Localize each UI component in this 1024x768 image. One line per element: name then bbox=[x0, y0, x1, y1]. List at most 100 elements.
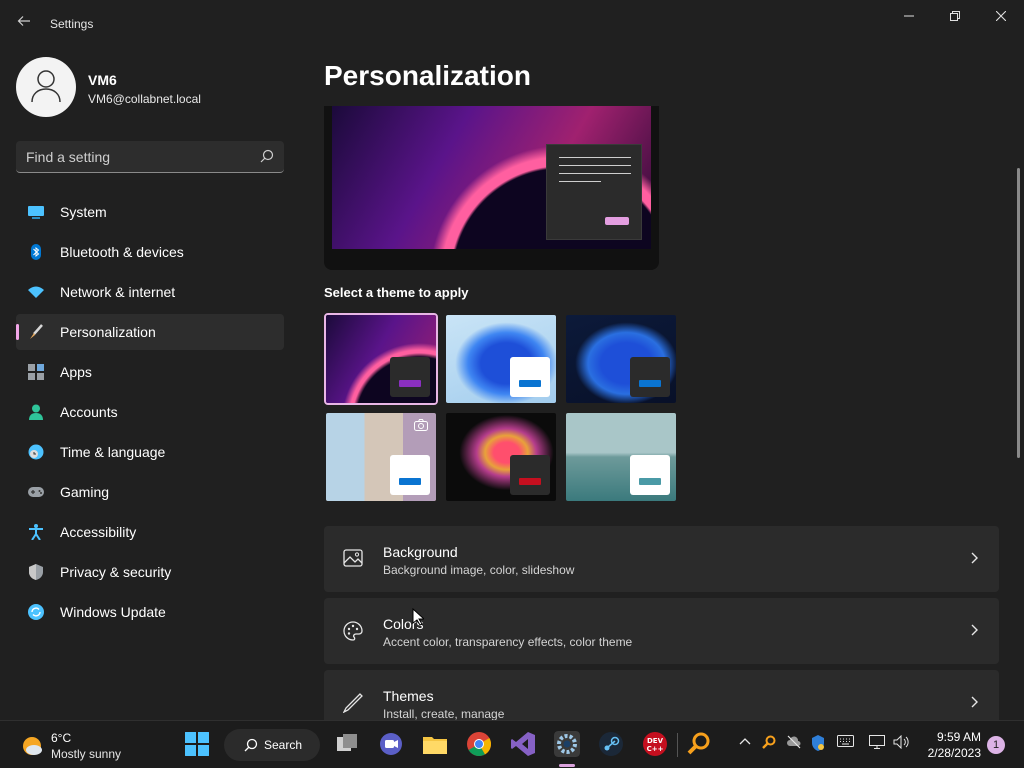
tray-magnifier-icon[interactable] bbox=[762, 735, 776, 749]
back-button[interactable] bbox=[10, 12, 38, 36]
preview-window bbox=[546, 144, 642, 240]
minimize-icon bbox=[904, 15, 914, 17]
search-input[interactable]: Find a setting bbox=[26, 149, 110, 165]
taskbar: 6°C Mostly sunny Search DEV C++ 9:59 AM 2… bbox=[0, 720, 1024, 768]
sidebar-item-gaming[interactable]: Gaming bbox=[16, 474, 284, 510]
steam-icon[interactable] bbox=[598, 731, 624, 757]
user-email: VM6@collabnet.local bbox=[88, 92, 201, 106]
sidebar-item-label: System bbox=[60, 204, 107, 220]
theme-accent-bar bbox=[519, 478, 541, 485]
chevron-up-icon[interactable] bbox=[739, 735, 751, 747]
back-arrow-icon bbox=[17, 16, 30, 26]
weather-description: Mostly sunny bbox=[51, 747, 122, 761]
network-monitor-icon[interactable] bbox=[869, 735, 885, 749]
colors-card[interactable]: Colors Accent color, transparency effect… bbox=[324, 598, 999, 664]
close-button[interactable] bbox=[978, 4, 1024, 28]
dev-cpp-icon[interactable]: DEVC++ bbox=[642, 731, 668, 757]
bluetooth-icon bbox=[31, 244, 41, 260]
restore-button[interactable] bbox=[932, 4, 978, 28]
taskbar-search-button[interactable]: Search bbox=[224, 729, 320, 761]
theme-swatch bbox=[390, 357, 430, 397]
clock-time[interactable]: 9:59 AM bbox=[925, 730, 981, 744]
visual-studio-icon[interactable] bbox=[510, 731, 536, 757]
brush-icon bbox=[30, 324, 43, 339]
theme-swatch bbox=[510, 455, 550, 495]
sidebar-nav: System Bluetooth & devices Network & int… bbox=[16, 194, 284, 634]
sidebar-item-apps[interactable]: Apps bbox=[16, 354, 284, 390]
theme-tile-flowers[interactable] bbox=[324, 411, 438, 503]
theme-accent-bar bbox=[639, 478, 661, 485]
keyboard-icon[interactable] bbox=[837, 735, 854, 747]
chrome-icon[interactable] bbox=[466, 731, 492, 757]
weather-temp: 6°C bbox=[51, 731, 72, 745]
minimize-button[interactable] bbox=[886, 4, 932, 28]
sidebar-item-label: Gaming bbox=[60, 484, 110, 500]
user-name: VM6 bbox=[88, 72, 117, 88]
theme-swatch bbox=[630, 455, 670, 495]
taskbar-search-label: Search bbox=[264, 738, 303, 752]
wifi-icon bbox=[28, 286, 44, 298]
search-icon[interactable] bbox=[260, 149, 274, 163]
sidebar-item-windows-update[interactable]: Windows Update bbox=[16, 594, 284, 630]
background-card[interactable]: Background Background image, color, slid… bbox=[324, 526, 999, 592]
person-icon bbox=[29, 404, 43, 420]
sidebar-item-accounts[interactable]: Accounts bbox=[16, 394, 284, 430]
clock-date[interactable]: 2/28/2023 bbox=[918, 746, 981, 760]
sidebar-item-label: Accessibility bbox=[60, 524, 137, 540]
chevron-right-icon bbox=[971, 696, 978, 708]
sidebar-item-label: Accounts bbox=[60, 404, 118, 420]
sidebar-item-bluetooth[interactable]: Bluetooth & devices bbox=[16, 234, 284, 270]
preview-button bbox=[605, 217, 629, 225]
sidebar-item-label: Windows Update bbox=[60, 604, 166, 620]
restore-icon bbox=[950, 11, 960, 21]
defender-shield-icon[interactable] bbox=[811, 735, 825, 751]
sidebar-item-system[interactable]: System bbox=[16, 194, 284, 230]
theme-accent-bar bbox=[519, 380, 541, 387]
teams-chat-icon[interactable] bbox=[378, 731, 404, 757]
svg-text:DEV: DEV bbox=[647, 737, 664, 745]
sidebar-item-network[interactable]: Network & internet bbox=[16, 274, 284, 310]
weather-sun-icon[interactable] bbox=[20, 734, 44, 758]
magnifier-search-icon[interactable] bbox=[686, 731, 712, 757]
theme-tile-captured-motion[interactable] bbox=[564, 411, 678, 503]
windows-start-icon[interactable] bbox=[184, 731, 210, 757]
taskbar-divider bbox=[677, 733, 678, 757]
globe-clock-icon bbox=[28, 444, 44, 460]
search-box[interactable]: Find a setting bbox=[16, 141, 284, 173]
display-icon bbox=[28, 206, 44, 219]
card-title: Background bbox=[383, 544, 458, 560]
sidebar-item-label: Privacy & security bbox=[60, 564, 172, 580]
theme-tile-dark-bloom[interactable] bbox=[324, 313, 438, 405]
file-explorer-icon[interactable] bbox=[422, 731, 448, 757]
notification-badge[interactable]: 1 bbox=[987, 736, 1005, 754]
preview-line bbox=[559, 181, 601, 182]
active-app-indicator bbox=[559, 764, 575, 767]
sidebar-item-privacy[interactable]: Privacy & security bbox=[16, 554, 284, 590]
theme-grid bbox=[324, 313, 684, 505]
title-bar: Settings bbox=[0, 0, 1024, 48]
sidebar-item-label: Apps bbox=[60, 364, 92, 380]
theme-tile-light-bloom[interactable] bbox=[444, 313, 558, 405]
theme-accent-bar bbox=[399, 478, 421, 485]
sidebar-item-label: Time & language bbox=[60, 444, 166, 460]
camera-icon bbox=[414, 419, 428, 431]
pen-icon bbox=[343, 693, 363, 713]
avatar[interactable] bbox=[16, 57, 76, 117]
page-title: Personalization bbox=[324, 60, 531, 91]
task-view-icon[interactable] bbox=[334, 731, 360, 757]
scrollbar[interactable] bbox=[1017, 168, 1020, 458]
sidebar-item-accessibility[interactable]: Accessibility bbox=[16, 514, 284, 550]
settings-gear-icon[interactable] bbox=[554, 731, 580, 757]
themes-card[interactable]: Themes Install, create, manage bbox=[324, 670, 999, 721]
card-subtitle: Background image, color, slideshow bbox=[383, 563, 575, 577]
theme-tile-dark-blue-bloom[interactable] bbox=[564, 313, 678, 405]
cloud-offline-icon[interactable] bbox=[786, 735, 802, 749]
volume-icon[interactable] bbox=[893, 735, 911, 749]
mouse-cursor-icon bbox=[412, 608, 424, 626]
shield-icon bbox=[29, 564, 43, 580]
preview-line bbox=[559, 165, 631, 166]
app-title: Settings bbox=[50, 17, 94, 31]
sidebar-item-personalization[interactable]: Personalization bbox=[16, 314, 284, 350]
theme-tile-glow[interactable] bbox=[444, 411, 558, 503]
sidebar-item-time-language[interactable]: Time & language bbox=[16, 434, 284, 470]
